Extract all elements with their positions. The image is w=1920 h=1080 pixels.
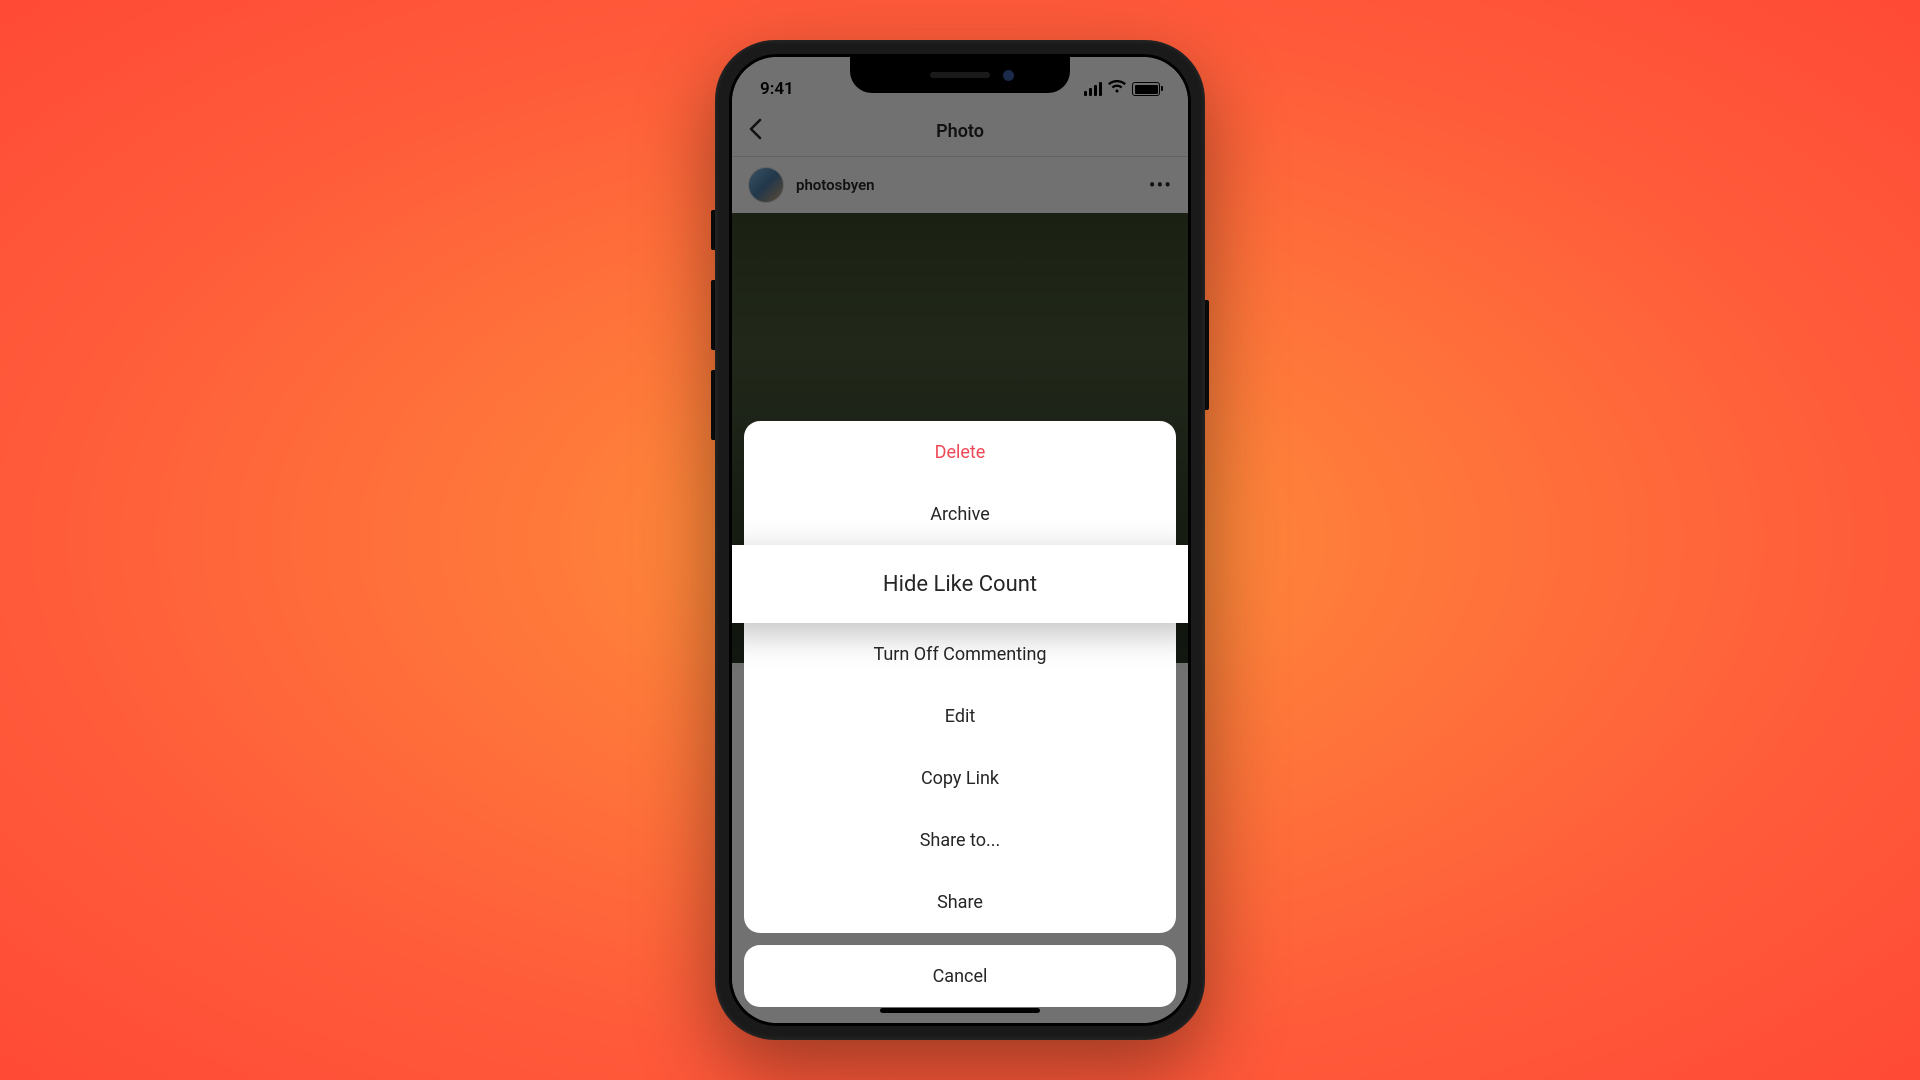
copy-link-option[interactable]: Copy Link	[744, 747, 1176, 809]
mute-switch	[711, 210, 715, 250]
phone-frame: 9:41	[715, 40, 1205, 1040]
edit-option[interactable]: Edit	[744, 685, 1176, 747]
phone-inner: 9:41	[729, 54, 1191, 1026]
volume-up-button	[711, 280, 715, 350]
home-indicator[interactable]	[880, 1008, 1040, 1013]
cancel-button[interactable]: Cancel	[744, 945, 1176, 1007]
share-to-option[interactable]: Share to...	[744, 809, 1176, 871]
action-sheet-options: Delete Archive Hide Like Count Turn Off …	[744, 421, 1176, 933]
hide-like-count-wrapper: Hide Like Count	[744, 545, 1176, 623]
action-sheet: Delete Archive Hide Like Count Turn Off …	[744, 421, 1176, 1007]
notch	[850, 57, 1070, 93]
archive-option[interactable]: Archive	[744, 483, 1176, 545]
notch-speaker	[930, 72, 990, 78]
notch-camera	[1003, 70, 1014, 81]
turn-off-commenting-option[interactable]: Turn Off Commenting	[744, 623, 1176, 685]
phone-screen: 9:41	[732, 57, 1188, 1023]
volume-down-button	[711, 370, 715, 440]
delete-option[interactable]: Delete	[744, 421, 1176, 483]
power-button	[1205, 300, 1209, 410]
share-option[interactable]: Share	[744, 871, 1176, 933]
hide-like-count-option[interactable]: Hide Like Count	[732, 545, 1188, 623]
